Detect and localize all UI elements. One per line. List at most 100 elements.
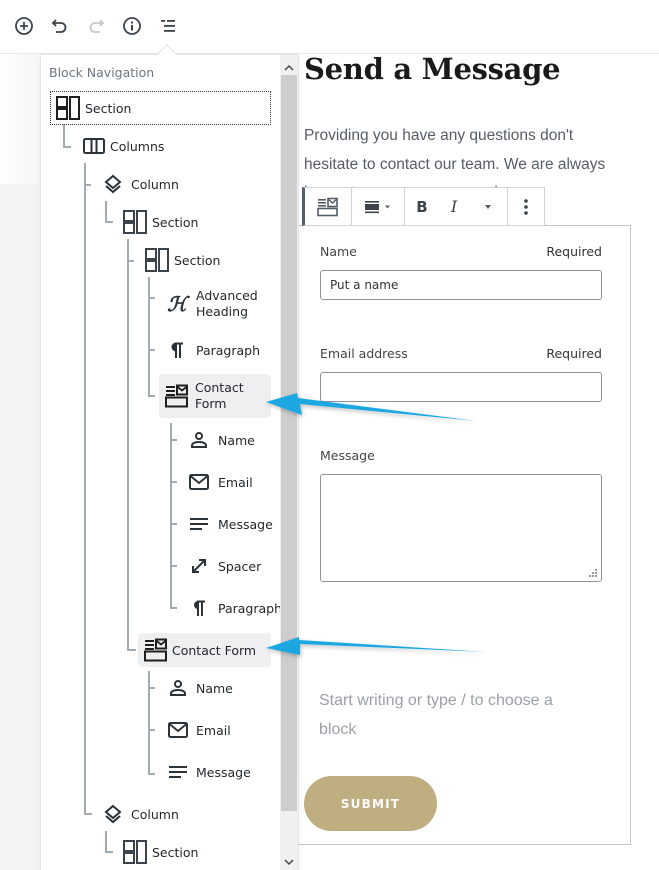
columns-icon	[79, 138, 109, 154]
nav-item-message[interactable]: Message	[165, 760, 251, 784]
name-required-label: Required	[546, 244, 602, 259]
nav-item-paragraph[interactable]: Paragraph	[186, 596, 282, 620]
scroll-down-button[interactable]	[280, 853, 298, 870]
nav-item-label: Advanced Heading	[196, 288, 258, 319]
nav-item-label: Column	[131, 806, 179, 822]
redo-button[interactable]	[84, 14, 108, 38]
nav-item-column[interactable]: Column	[101, 172, 179, 196]
nav-item-email[interactable]: Email	[186, 470, 253, 494]
nav-item-name[interactable]: Name	[165, 676, 233, 700]
nav-item-advanced-heading[interactable]: ℋ Advanced Heading	[164, 287, 264, 321]
name-input[interactable]: Put a name	[320, 270, 602, 300]
block-placeholder[interactable]: Start writing or type / to choose a bloc…	[319, 686, 579, 744]
contact-form-block[interactable]: Name Required Put a name Email address R…	[299, 225, 631, 845]
nav-item-section[interactable]: Section	[143, 248, 220, 272]
nav-item-label: Section	[152, 844, 199, 860]
email-label: Email address	[320, 346, 408, 361]
nav-item-label: Spacer	[218, 558, 262, 574]
name-label: Name	[320, 244, 357, 259]
align-center-icon	[365, 200, 390, 213]
nav-item-label: Email	[196, 722, 231, 738]
contact-form-icon	[163, 384, 191, 408]
contact-form-icon	[317, 197, 338, 216]
email-required-label: Required	[546, 346, 602, 361]
heading-icon: ℋ	[167, 292, 187, 316]
popover-title: Block Navigation	[49, 65, 155, 80]
block-navigation-popover: Block Navigation Section Columns Column …	[40, 54, 299, 870]
nav-item-label: Section	[85, 100, 132, 116]
nav-item-contact-form[interactable]: Contact Form	[138, 633, 271, 667]
nav-item-label: Paragraph	[196, 342, 261, 358]
nav-item-contact-form[interactable]: Contact Form	[159, 374, 271, 418]
section-icon	[121, 840, 149, 864]
nav-item-label: Section	[174, 252, 221, 268]
plus-circle-icon	[15, 17, 33, 35]
caret-down-icon	[485, 204, 491, 209]
nav-item-message[interactable]: Message	[186, 512, 273, 536]
more-options-button[interactable]	[508, 188, 544, 225]
layers-icon	[101, 174, 125, 194]
nav-item-label: Name	[218, 432, 255, 448]
nav-item-label: Message	[218, 516, 273, 532]
undo-button[interactable]	[48, 14, 72, 38]
page-heading[interactable]: Send a Message	[304, 52, 561, 86]
submit-button[interactable]: SUBMIT	[304, 776, 437, 831]
nav-item-label: Paragraph	[218, 600, 283, 616]
scrollbar-thumb[interactable]	[281, 75, 297, 811]
message-textarea[interactable]	[320, 474, 602, 582]
block-navigation-button[interactable]	[156, 14, 180, 38]
person-icon	[186, 431, 212, 449]
email-input[interactable]	[320, 372, 602, 402]
canvas-backdrop	[0, 184, 42, 870]
resize-grip-icon[interactable]	[588, 568, 598, 578]
nav-item-label: Name	[196, 680, 233, 696]
editor-page: Send a Message Providing you have any qu…	[0, 0, 659, 870]
nav-item-spacer[interactable]: Spacer	[186, 554, 261, 578]
more-formatting-button[interactable]	[469, 188, 507, 225]
info-button[interactable]	[120, 14, 144, 38]
italic-button[interactable]: I	[439, 188, 469, 225]
envelope-icon	[165, 722, 191, 738]
section-icon	[143, 248, 171, 272]
contact-form-icon	[142, 638, 170, 662]
paragraph-icon	[186, 599, 212, 617]
redo-icon	[89, 19, 105, 33]
nav-item-label: Section	[152, 214, 199, 230]
chevron-up-icon	[284, 64, 294, 71]
undo-icon	[51, 19, 67, 33]
paragraph-icon	[164, 341, 190, 359]
popover-scrollbar[interactable]	[280, 55, 298, 870]
align-dropdown-button[interactable]	[352, 188, 404, 225]
canvas-backdrop	[0, 54, 42, 184]
resize-arrow-icon	[186, 557, 212, 575]
nav-item-section[interactable]: Section	[50, 91, 271, 125]
layers-icon	[101, 804, 125, 824]
nav-item-label: Column	[131, 176, 179, 192]
nav-item-column[interactable]: Column	[101, 802, 179, 826]
chevron-down-icon	[284, 859, 294, 866]
nav-item-section[interactable]: Section	[121, 210, 198, 234]
nav-item-name[interactable]: Name	[186, 428, 255, 452]
nav-item-label: Contact Form	[195, 380, 244, 411]
add-block-button[interactable]	[12, 14, 36, 38]
envelope-icon	[186, 474, 212, 490]
editor-canvas: Send a Message Providing you have any qu…	[299, 52, 659, 870]
message-label: Message	[320, 448, 375, 463]
editor-toolbar	[0, 0, 659, 54]
nav-item-email[interactable]: Email	[165, 718, 231, 742]
section-icon	[121, 210, 149, 234]
block-type-button[interactable]	[305, 188, 351, 225]
nav-item-paragraph[interactable]: Paragraph	[164, 338, 260, 362]
nav-item-section[interactable]: Section	[121, 840, 198, 864]
text-lines-icon	[186, 517, 212, 531]
nav-item-label: Email	[218, 474, 253, 490]
nav-item-label: Columns	[110, 138, 165, 154]
block-toolbar: B I	[302, 187, 545, 226]
nav-item-columns[interactable]: Columns	[79, 134, 164, 158]
person-icon	[165, 679, 191, 697]
list-icon	[161, 20, 175, 32]
bold-button[interactable]: B	[405, 188, 439, 225]
nav-item-label: Message	[196, 764, 251, 780]
info-icon	[123, 17, 141, 35]
section-icon	[51, 96, 85, 120]
